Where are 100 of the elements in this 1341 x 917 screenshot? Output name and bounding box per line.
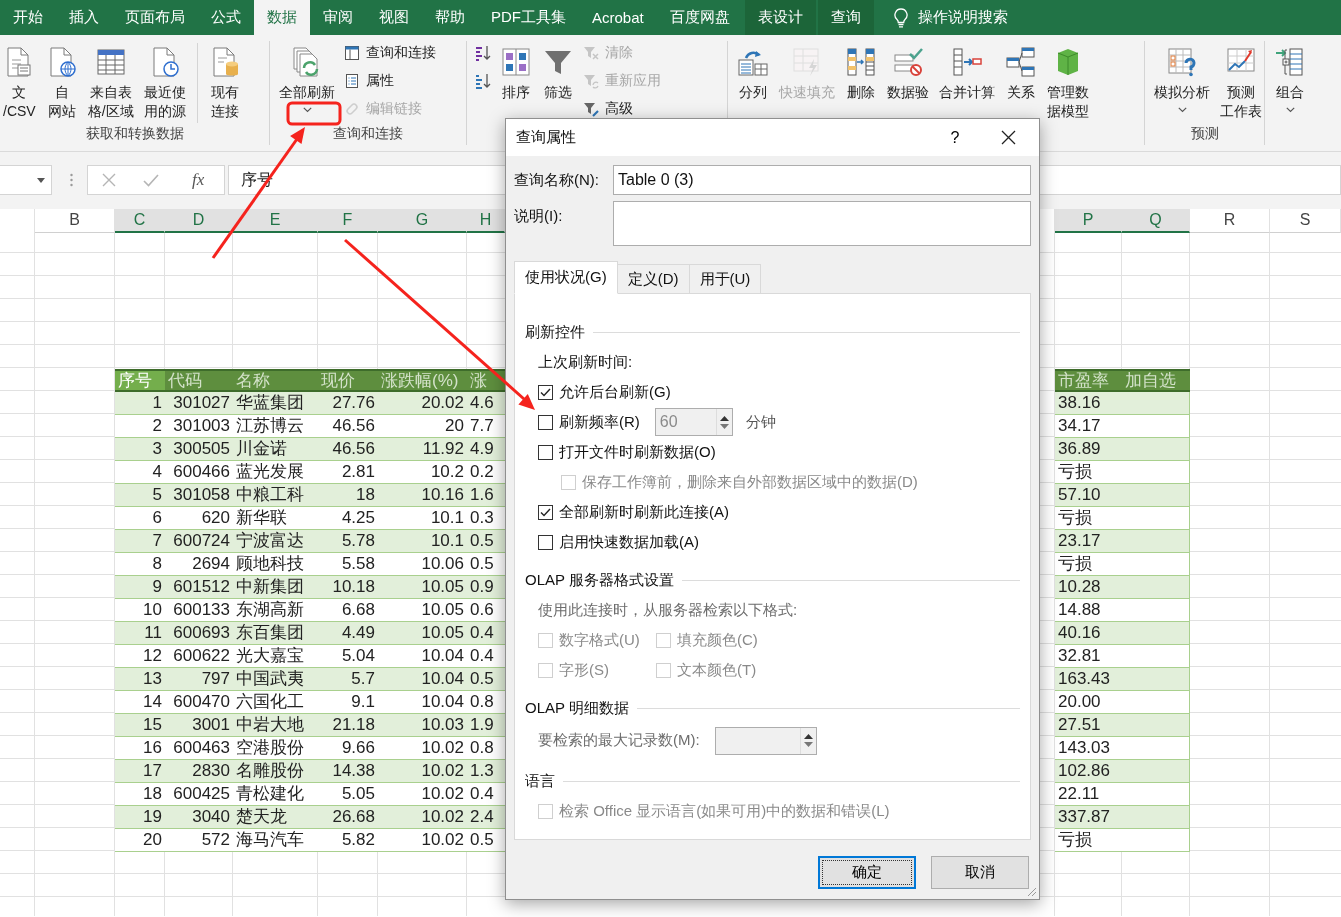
ribbon-button[interactable]: 数据验: [884, 41, 932, 102]
ribbon-tab[interactable]: 插入: [56, 0, 112, 35]
table-cell: 0.5: [467, 530, 505, 553]
column-heading[interactable]: H: [467, 209, 505, 233]
ribbon-tab[interactable]: 帮助: [422, 0, 478, 35]
column-heading[interactable]: P: [1055, 209, 1122, 233]
column-heading[interactable]: G: [378, 209, 467, 233]
name-box[interactable]: [0, 165, 52, 195]
table-cell: 亏损: [1055, 507, 1122, 530]
help-button[interactable]: ?: [933, 119, 977, 156]
table-cell: 新华联: [233, 507, 318, 530]
insert-function-button[interactable]: fx: [186, 169, 211, 191]
ribbon-tab[interactable]: 视图: [366, 0, 422, 35]
table-cell: 10.05: [378, 576, 467, 599]
table-cell: 10.02: [378, 737, 467, 760]
table-cell: 14.88: [1055, 599, 1122, 622]
checkbox[interactable]: 启用快速数据加载(A): [538, 532, 699, 552]
ribbon-button[interactable]: 全部刷新: [276, 41, 338, 113]
checkbox[interactable]: 全部刷新时刷新此连接(A): [538, 502, 729, 522]
pane-icon: [344, 44, 360, 61]
cancel-icon[interactable]: [101, 173, 116, 187]
table-cell: 10.04: [378, 691, 467, 714]
group-icon: [1274, 46, 1306, 78]
column-heading[interactable]: D: [165, 209, 233, 233]
ribbon-button[interactable]: 删除: [842, 41, 880, 102]
table-cell: 27.76: [318, 392, 378, 415]
ribbon-button[interactable]: 管理数 据模型: [1044, 41, 1092, 121]
column-heading[interactable]: Q: [1122, 209, 1190, 233]
ribbon-tab[interactable]: 百度网盘: [656, 0, 743, 35]
dialog-tab[interactable]: 定义(D): [617, 264, 690, 294]
column-heading[interactable]: S: [1270, 209, 1341, 233]
description-field[interactable]: [613, 201, 1031, 246]
checkbox[interactable]: 刷新频率(R): [538, 412, 640, 432]
table-cell: 0.4: [467, 622, 505, 645]
column-heading[interactable]: C: [115, 209, 165, 233]
table-cell: 亏损: [1055, 829, 1122, 852]
dialog-tab[interactable]: 使用状况(G): [514, 261, 618, 294]
ribbon-tab[interactable]: 开始: [0, 0, 56, 35]
table-header-cell: 涨: [467, 369, 505, 392]
tell-me-search[interactable]: 操作说明搜索: [887, 0, 1014, 35]
table-cell: 40.16: [1055, 622, 1122, 645]
ribbon-button[interactable]: 排序: [497, 41, 535, 102]
table-cell: [1122, 392, 1190, 415]
link-icon: [344, 100, 360, 117]
enter-icon[interactable]: [142, 173, 159, 187]
drag-handle-icon: [70, 173, 73, 187]
ribbon-button[interactable]: 自 网站: [42, 41, 81, 121]
ribbon-button[interactable]: 现有 连接: [205, 41, 244, 121]
field-label: 说明(I):: [514, 206, 564, 226]
ribbon-button[interactable]: 模拟分析: [1151, 41, 1213, 113]
table-cell: 楚天龙: [233, 806, 318, 829]
column-heading[interactable]: F: [318, 209, 378, 233]
ribbon-button[interactable]: 筛选: [539, 41, 577, 102]
dialog-button[interactable]: 取消: [931, 856, 1029, 889]
table-header-cell: 加自选: [1122, 369, 1190, 392]
ribbon-tab[interactable]: 页面布局: [112, 0, 198, 35]
ribbon-button[interactable]: 文 /CSV: [0, 41, 39, 121]
ribbon-button[interactable]: 查询和连接: [342, 41, 438, 64]
ribbon-button[interactable]: 来自表 格/区域: [84, 41, 137, 121]
ribbon-button[interactable]: 预测 工作表: [1217, 41, 1265, 121]
ribbon-button[interactable]: 组合: [1271, 41, 1309, 113]
ribbon-button[interactable]: 高级: [581, 97, 663, 120]
table-cell: 22.11: [1055, 783, 1122, 806]
name-field[interactable]: Table 0 (3): [613, 165, 1031, 195]
table-cell: 中国武夷: [233, 668, 318, 691]
ribbon-button[interactable]: 分列: [734, 41, 772, 102]
dialog-tab[interactable]: 用于(U): [689, 264, 762, 294]
up-arrow-icon: [719, 415, 729, 421]
column-heading[interactable]: E: [233, 209, 318, 233]
table-cell: 620: [165, 507, 233, 530]
ribbon-tab[interactable]: 公式: [198, 0, 254, 35]
table-cell: 600425: [165, 783, 233, 806]
ribbon-button[interactable]: 关系: [1002, 41, 1040, 102]
table-cell: 600470: [165, 691, 233, 714]
ribbon-tab[interactable]: PDF工具集: [478, 0, 579, 35]
advanced-filter-icon: [583, 100, 599, 117]
table-cell: [1122, 553, 1190, 576]
validation-icon: [892, 46, 924, 78]
ribbon-tab[interactable]: 表设计: [744, 0, 816, 35]
table-cell: 18: [318, 484, 378, 507]
table-header-cell: 序号: [115, 369, 165, 392]
table-cell: 10.02: [378, 806, 467, 829]
table-cell: 301027: [165, 392, 233, 415]
ribbon-button[interactable]: 最近使 用的源: [140, 41, 189, 121]
reapply-filter-icon: [583, 72, 599, 89]
table-cell: 江苏博云: [233, 415, 318, 438]
table-cell: 20.02: [378, 392, 467, 415]
ribbon-tab[interactable]: 数据: [254, 0, 310, 35]
table-cell: 4.9: [467, 438, 505, 461]
dialog-button[interactable]: 确定: [818, 856, 916, 889]
ribbon-tab[interactable]: 审阅: [310, 0, 366, 35]
table-cell: 5.7: [318, 668, 378, 691]
ribbon-button[interactable]: 属性: [342, 69, 438, 92]
ribbon-button[interactable]: 合并计算: [936, 41, 998, 102]
ribbon-tab[interactable]: 查询: [817, 0, 874, 35]
checkbox[interactable]: 打开文件时刷新数据(O): [538, 442, 716, 462]
ribbon-tab[interactable]: Acrobat: [579, 0, 657, 35]
table-cell: 10.05: [378, 599, 467, 622]
checkbox[interactable]: 允许后台刷新(G): [538, 382, 671, 402]
table-cell: 15: [115, 714, 165, 737]
